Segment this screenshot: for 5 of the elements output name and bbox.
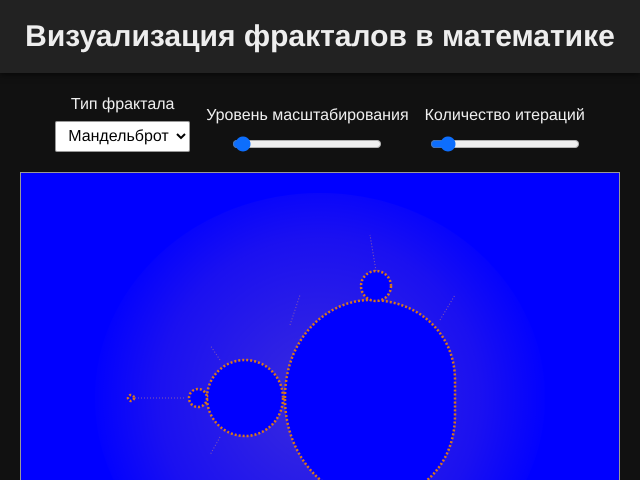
fractal-type-select[interactable]: Мандельброт — [55, 121, 190, 152]
control-label: Количество итераций — [424, 106, 585, 126]
control-label: Тип фрактала — [70, 95, 174, 115]
control-label: Уровень масштабирования — [206, 106, 409, 126]
page-title: Визуализация фракталов в математике — [25, 18, 615, 54]
